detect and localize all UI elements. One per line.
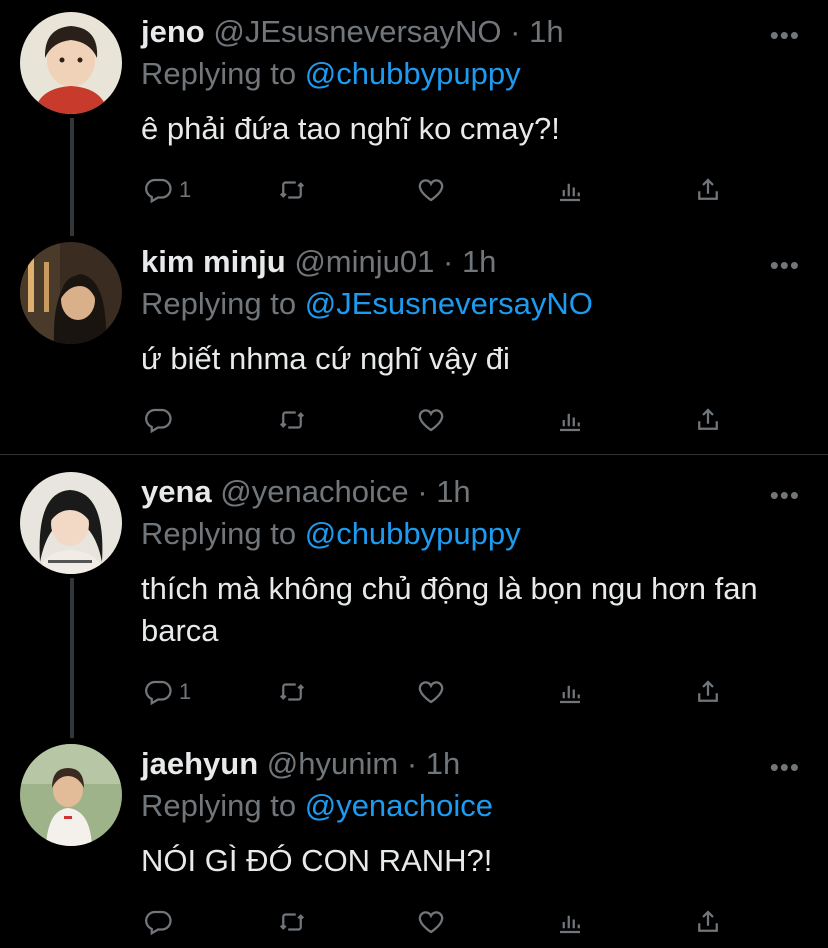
avatar[interactable] (20, 12, 122, 114)
user-handle[interactable]: @hyunim (267, 746, 398, 781)
reply-button[interactable]: 1 (143, 170, 191, 210)
analytics-button[interactable] (555, 170, 585, 210)
thread-divider (0, 454, 828, 455)
more-icon[interactable]: ••• (770, 752, 800, 783)
tweet-text: thích mà không chủ động là bọn ngu hơn f… (141, 571, 758, 648)
reply-icon (145, 408, 172, 434)
action-bar (141, 902, 741, 942)
timestamp[interactable]: 1h (529, 14, 563, 49)
separator-dot: · (510, 14, 521, 49)
analytics-icon (560, 685, 580, 704)
tweet-header: kim minju @minju01 · 1h (141, 242, 496, 282)
replying-to-link[interactable]: @chubbypuppy (305, 56, 521, 91)
user-handle[interactable]: @minju01 (294, 244, 434, 279)
display-name[interactable]: jaehyun (141, 746, 258, 781)
tweet-text: ứ biết nhma cứ nghĩ vậy đi (141, 341, 510, 376)
tweet-text: ê phải đứa tao nghĩ ko cmay?! (141, 111, 560, 146)
reply-button[interactable]: 1 (143, 672, 191, 712)
share-icon (698, 680, 718, 702)
like-button[interactable] (416, 672, 446, 712)
display-name[interactable]: yena (141, 474, 212, 509)
replying-prefix: Replying to (141, 286, 297, 321)
timestamp[interactable]: 1h (426, 746, 460, 781)
share-button[interactable] (693, 672, 723, 712)
reply-icon (145, 910, 172, 936)
action-bar: 1 (141, 672, 741, 712)
retweet-icon (279, 683, 305, 701)
share-icon (698, 910, 718, 932)
tweet[interactable]: jaehyun @hyunim · 1h ••• Replying to @ye… (0, 732, 828, 948)
user-handle[interactable]: @JEsusneversayNO (213, 14, 501, 49)
display-name[interactable]: jeno (141, 14, 205, 49)
tweet[interactable]: yena @yenachoice · 1h ••• Replying to @c… (0, 460, 828, 730)
avatar-image (20, 744, 122, 846)
replying-to-link[interactable]: @chubbypuppy (305, 516, 521, 551)
display-name[interactable]: kim minju (141, 244, 286, 279)
analytics-button[interactable] (555, 400, 585, 440)
more-icon[interactable]: ••• (770, 250, 800, 281)
share-icon (698, 408, 718, 430)
analytics-icon (560, 183, 580, 202)
replying-prefix: Replying to (141, 516, 297, 551)
separator-dot: · (442, 244, 454, 279)
share-icon (698, 178, 718, 200)
retweet-button[interactable] (277, 400, 307, 440)
retweet-icon (279, 181, 305, 199)
retweet-button[interactable] (277, 170, 307, 210)
reply-count: 1 (179, 679, 192, 704)
like-icon (418, 911, 444, 934)
more-icon[interactable]: ••• (770, 20, 800, 51)
replying-to: Replying to @yenachoice (141, 786, 493, 826)
replying-to: Replying to @chubbypuppy (141, 54, 521, 94)
like-button[interactable] (416, 902, 446, 942)
more-icon[interactable]: ••• (770, 480, 800, 511)
retweet-button[interactable] (277, 672, 307, 712)
share-button[interactable] (693, 902, 723, 942)
replying-to-link[interactable]: @JEsusneversayNO (305, 286, 593, 321)
avatar-image (20, 12, 122, 114)
reply-count: 1 (179, 177, 192, 202)
tweet-text: NÓI GÌ ĐÓ CON RANH?! (141, 843, 493, 878)
retweet-icon (279, 411, 305, 429)
avatar[interactable] (20, 472, 122, 574)
replying-to: Replying to @chubbypuppy (141, 514, 521, 554)
avatar[interactable] (20, 744, 122, 846)
user-handle[interactable]: @yenachoice (220, 474, 408, 509)
tweet-header: jaehyun @hyunim · 1h (141, 744, 460, 784)
timestamp[interactable]: 1h (436, 474, 470, 509)
like-icon (418, 409, 444, 432)
reply-button[interactable] (143, 400, 179, 440)
replying-prefix: Replying to (141, 788, 297, 823)
action-bar (141, 400, 741, 440)
tweet-header: yena @yenachoice · 1h (141, 472, 471, 512)
tweet[interactable]: jeno @JEsusneversayNO · 1h ••• Replying … (0, 0, 828, 230)
retweet-button[interactable] (277, 902, 307, 942)
like-button[interactable] (416, 400, 446, 440)
replying-to: Replying to @JEsusneversayNO (141, 284, 593, 324)
like-icon (418, 179, 444, 202)
replying-prefix: Replying to (141, 56, 297, 91)
analytics-icon (560, 915, 580, 934)
reply-icon (145, 680, 172, 706)
like-button[interactable] (416, 170, 446, 210)
replying-to-link[interactable]: @yenachoice (305, 788, 493, 823)
reply-icon (145, 178, 172, 204)
share-button[interactable] (693, 400, 723, 440)
separator-dot: · (417, 474, 428, 509)
retweet-icon (279, 913, 305, 931)
analytics-icon (560, 413, 580, 432)
analytics-button[interactable] (555, 672, 585, 712)
avatar[interactable] (20, 242, 122, 344)
action-bar: 1 (141, 170, 741, 210)
analytics-button[interactable] (555, 902, 585, 942)
like-icon (418, 681, 444, 704)
avatar-image (20, 472, 122, 574)
separator-dot: · (406, 746, 418, 781)
reply-button[interactable] (143, 902, 179, 942)
avatar-image (20, 242, 122, 344)
timestamp[interactable]: 1h (462, 244, 496, 279)
tweet-header: jeno @JEsusneversayNO · 1h (141, 12, 564, 52)
tweet[interactable]: kim minju @minju01 · 1h ••• Replying to … (0, 230, 828, 452)
share-button[interactable] (693, 170, 723, 210)
